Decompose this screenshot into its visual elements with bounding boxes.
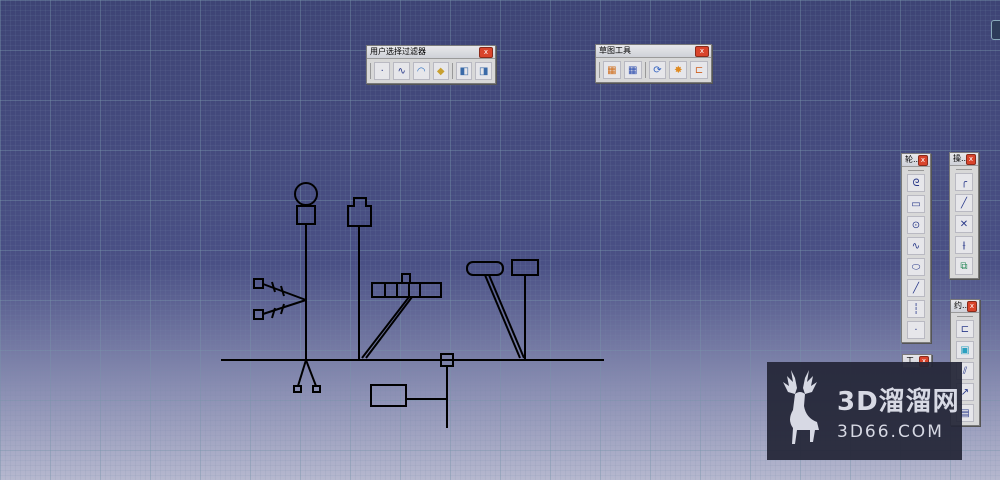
toolbar-separator (956, 169, 972, 170)
feature-element-filter-icon[interactable]: ◧ (455, 62, 473, 80)
toolbar-title[interactable]: 约... x (951, 300, 979, 313)
dimensional-constraints-icon[interactable]: ⊏ (690, 61, 709, 79)
constraint-dialog-icon[interactable]: ⊏ (956, 320, 974, 338)
point-filter-icon[interactable]: · (373, 62, 391, 80)
close-icon[interactable]: x (695, 46, 709, 57)
geometrical-constraints-icon[interactable]: ✸ (669, 61, 688, 79)
sketch-small-box-lower (253, 309, 264, 320)
deer-logo-icon (783, 370, 819, 444)
rectangle-icon[interactable]: ▭ (907, 195, 925, 213)
surface-filter-icon[interactable]: ◠ (412, 62, 430, 80)
sketch-arm-lower (262, 299, 307, 315)
toolbar-separator (957, 316, 973, 317)
sketch-diagonal-brace (361, 296, 410, 359)
sketch-square-left (296, 205, 316, 225)
chamfer-icon[interactable]: ╱ (955, 194, 973, 212)
corner-panel-tab[interactable] (991, 20, 1000, 40)
toolbar-title[interactable]: 操... x (950, 153, 978, 166)
sketch-segment-bar (371, 282, 442, 298)
ellipse-icon[interactable]: ⬭ (907, 258, 925, 276)
sketch-square-right (511, 259, 539, 276)
sketch-arm-upper (262, 283, 307, 301)
line-icon[interactable]: ╱ (907, 279, 925, 297)
toolbar-title[interactable]: 用户选择过滤器 x (367, 46, 495, 59)
profile-icon[interactable]: ᘓ (907, 174, 925, 192)
watermark-brand: 3D溜溜网 (837, 386, 960, 417)
toolbar-separator (452, 63, 453, 79)
close-icon[interactable]: x (479, 47, 493, 58)
watermark-url: 3D66.COM (837, 421, 944, 442)
sketch-circle (294, 182, 318, 206)
mirror-icon[interactable]: ⫲ (955, 236, 973, 254)
sketch-foot-right (305, 359, 317, 387)
close-icon[interactable]: x (967, 301, 977, 312)
close-icon[interactable]: x (966, 154, 976, 165)
toolbar-separator (908, 170, 924, 171)
corner-icon[interactable]: ╭ (955, 173, 973, 191)
point-icon[interactable]: · (907, 321, 925, 339)
sketch-incline-a (484, 274, 521, 359)
circle-icon[interactable]: ⊙ (907, 216, 925, 234)
sketch-incline-b (488, 274, 525, 359)
toolbar-separator (644, 62, 646, 78)
grid-icon[interactable]: ▦ (602, 61, 621, 79)
construction-element-icon[interactable]: ⟳ (648, 61, 667, 79)
watermark-logo: 3D溜溜网 3D66.COM (767, 362, 962, 460)
toolbar-separator (370, 63, 371, 79)
sketch-lower-block (370, 384, 407, 407)
sketch-small-box-upper (253, 278, 264, 289)
sketch-rounded-rect (466, 261, 504, 276)
close-icon[interactable]: x (918, 155, 928, 166)
geometry-element-filter-icon[interactable]: ◨ (475, 62, 492, 80)
axis-icon[interactable]: ┆ (907, 300, 925, 318)
toolbar-title[interactable]: 轮... x (902, 154, 930, 167)
profile-toolbar[interactable]: 轮... x ᘓ ▭ ⊙ ∿ ⬭ ╱ ┆ · (901, 153, 931, 343)
user-selection-filter-toolbar[interactable]: 用户选择过滤器 x · ∿ ◠ ◆ ◧ ◨ (366, 45, 496, 84)
volume-filter-icon[interactable]: ◆ (432, 62, 450, 80)
spline-icon[interactable]: ∿ (907, 237, 925, 255)
sketch-cap-shape (347, 197, 372, 227)
sketch-foot-left (297, 359, 307, 387)
curve-filter-icon[interactable]: ∿ (393, 62, 410, 80)
project-3d-elements-icon[interactable]: ⧉ (955, 257, 973, 275)
operation-toolbar[interactable]: 操... x ╭ ╱ ✕ ⫲ ⧉ (949, 152, 979, 279)
toolbar-separator (599, 62, 600, 78)
sketch-tools-toolbar[interactable]: 草图工具 x ▦ ▦ ⟳ ✸ ⊏ (595, 44, 712, 83)
toolbar-title[interactable]: 草图工具 x (596, 45, 711, 58)
snap-to-point-icon[interactable]: ▦ (623, 61, 642, 79)
constraint-icon[interactable]: ▣ (956, 341, 974, 359)
trim-icon[interactable]: ✕ (955, 215, 973, 233)
